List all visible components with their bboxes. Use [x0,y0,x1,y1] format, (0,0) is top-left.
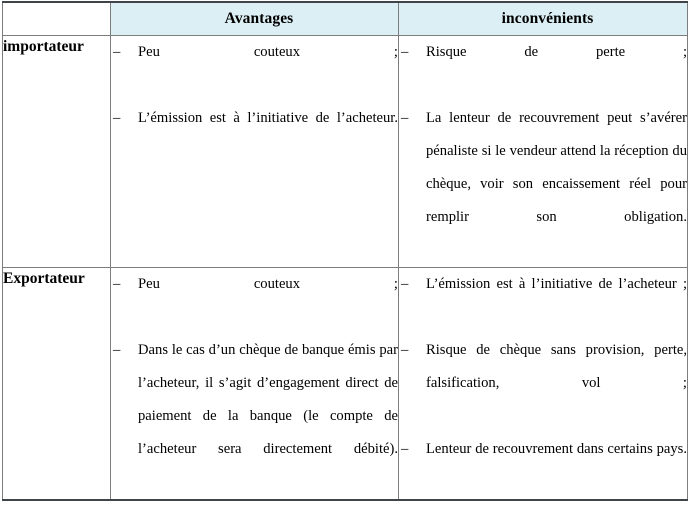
header-cell-drawbacks: inconvénients [398,1,688,36]
list-item-text: L’émission est à l’initiative de l’achet… [426,276,687,292]
dash-bullet-icon: – [113,110,121,126]
header-label-drawbacks: inconvénients [501,10,594,27]
dash-bullet-icon: – [401,342,409,358]
dash-bullet-icon: – [401,110,409,126]
list-item-text: La lenteur de recouvrement peut s’avérer… [426,110,687,225]
cell-exportateur-drawbacks: – L’émission est à l’initiative de l’ach… [398,267,688,501]
header-label-advantages: Avantages [224,10,294,27]
dash-bullet-icon: – [113,44,121,60]
cell-exportateur-advantages: – Peu couteux ; – Dans le cas d’un chèqu… [110,267,399,501]
table-header-row: Avantages inconvénients [2,1,688,36]
header-cell-party [2,1,111,36]
list-item: – La lenteur de recouvrement peut s’avér… [399,102,687,267]
list-item: – Dans le cas d’un chèque de banque émis… [111,334,398,499]
table-header: Avantages inconvénients [2,1,688,36]
list-item: – Peu couteux ; [111,36,398,102]
list-item: – Risque de chèque sans provision, perte… [399,334,687,433]
table-row: Exportateur – Peu couteux ; – Dans le ca… [2,267,688,501]
list-item-text: Risque de chèque sans provision, perte, … [426,342,687,391]
list-item: – Peu couteux ; [111,268,398,334]
dash-bullet-icon: – [401,441,409,457]
row-label-text: importateur [3,38,84,55]
list-item-text: Dans le cas d’un chèque de banque émis p… [138,342,398,457]
table-body: importateur – Peu couteux ; – L’émission… [2,35,688,501]
list-item: – Risque de perte ; [399,36,687,102]
comparison-table: Avantages inconvénients importateur – Pe… [2,1,688,501]
table-row: importateur – Peu couteux ; – L’émission… [2,35,688,268]
list-item: – L’émission est à l’initiative de l’ach… [399,268,687,334]
drawbacks-list: – L’émission est à l’initiative de l’ach… [399,268,687,499]
list-item-text: Peu couteux ; [138,276,398,292]
row-label-importateur: importateur [2,35,111,268]
list-item-text: Peu couteux ; [138,44,398,60]
row-label-exportateur: Exportateur [2,267,111,501]
dash-bullet-icon: – [401,276,409,292]
list-item: – Lenteur de recouvrement dans certains … [399,433,687,499]
cell-importateur-drawbacks: – Risque de perte ; – La lenteur de reco… [398,35,688,268]
dash-bullet-icon: – [401,44,409,60]
list-item: – L’émission est à l’initiative de l’ach… [111,102,398,168]
list-item-text: L’émission est à l’initiative de l’achet… [138,110,398,126]
list-item-text: Lenteur de recouvrement dans certains pa… [426,441,687,457]
document-page: Avantages inconvénients importateur – Pe… [0,0,691,515]
dash-bullet-icon: – [113,342,121,358]
cell-importateur-advantages: – Peu couteux ; – L’émission est à l’ini… [110,35,399,268]
advantages-list: – Peu couteux ; – L’émission est à l’ini… [111,36,398,168]
list-item-text: Risque de perte ; [426,44,687,60]
dash-bullet-icon: – [113,276,121,292]
row-label-text: Exportateur [3,270,85,287]
advantages-list: – Peu couteux ; – Dans le cas d’un chèqu… [111,268,398,499]
header-cell-advantages: Avantages [110,1,399,36]
drawbacks-list: – Risque de perte ; – La lenteur de reco… [399,36,687,267]
